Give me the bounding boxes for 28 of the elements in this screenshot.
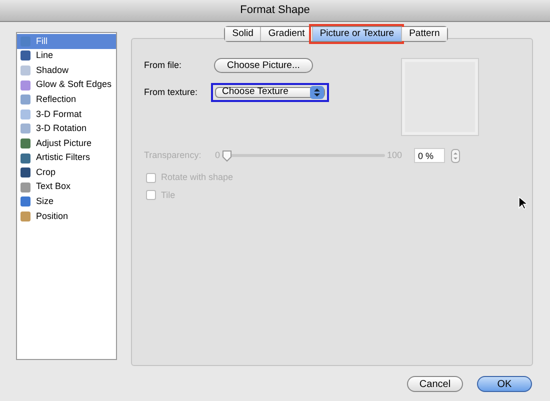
updown-arrows-icon [310,86,324,99]
tab[interactable]: Solid [225,27,260,41]
choose-picture-button[interactable]: Choose Picture... [214,58,313,73]
category-item[interactable]: Fill [17,34,116,49]
ok-button[interactable]: OK [477,376,532,392]
category-item[interactable]: Crop [17,165,116,180]
tab[interactable]: Gradient [260,27,312,41]
field-label: From texture: [144,86,199,99]
category-item[interactable]: Glow & Soft Edges [17,78,116,92]
category-item[interactable]: Adjust Picture [17,136,116,151]
texture-dropdown[interactable]: Choose Texture [211,83,329,102]
stepper-icon[interactable] [451,148,460,162]
field-label: From file: [144,58,183,72]
tab[interactable]: Pattern [401,27,447,41]
category-item[interactable]: Line [17,48,116,64]
category-item[interactable]: 3-D Format [17,106,116,122]
transparency-slider[interactable] [222,150,386,162]
category-item[interactable]: Size [17,194,116,210]
mouse-pointer-icon [518,196,527,210]
category-item[interactable]: Reflection [17,92,116,107]
window-title: Format Shape [240,3,310,18]
cancel-button[interactable]: Cancel [407,376,463,392]
category-item[interactable]: Text Box [17,180,116,195]
category-item[interactable]: Shadow [17,63,116,78]
tab[interactable]: Picture or Texture [312,27,402,41]
category-item[interactable]: Artistic Filters [17,150,116,166]
category-item[interactable]: Position [17,209,116,224]
category-item[interactable]: 3-D Rotation [17,122,116,136]
